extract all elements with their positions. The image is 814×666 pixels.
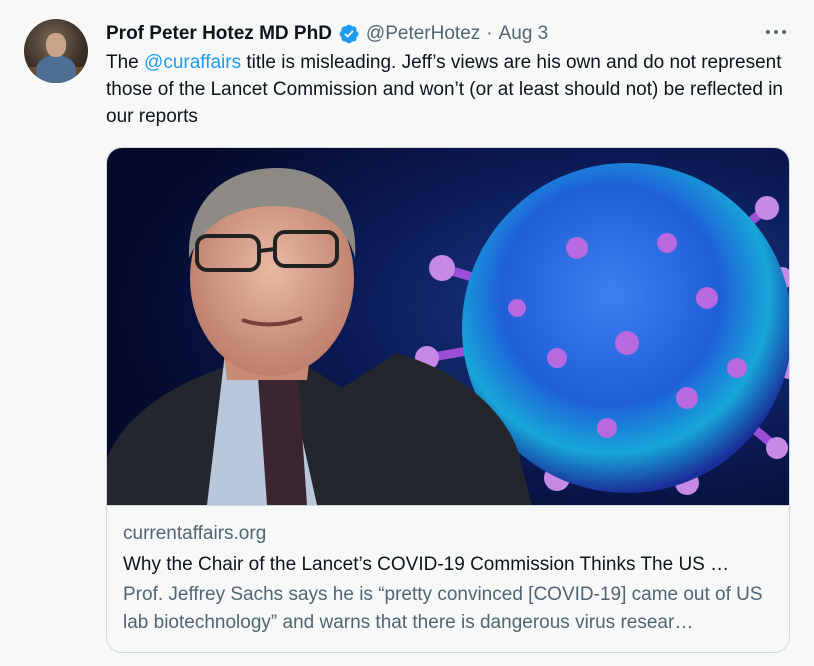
tweet-date[interactable]: Aug 3 — [499, 22, 549, 46]
verified-badge-icon — [338, 23, 360, 45]
author-handle[interactable]: @PeterHotez — [366, 22, 480, 46]
card-meta[interactable]: currentaffairs.org Why the Chair of the … — [107, 505, 789, 652]
card-description: Prof. Jeffrey Sachs says he is “pretty c… — [123, 584, 763, 633]
tweet-text: The @curaffairs title is misleading. Jef… — [106, 49, 786, 130]
more-options-icon[interactable] — [758, 20, 794, 44]
tweet-header: Prof Peter Hotez MD PhD @PeterHotez · Au… — [106, 20, 548, 48]
mention-link[interactable]: @curaffairs — [144, 52, 241, 73]
link-card[interactable]: currentaffairs.org Why the Chair of the … — [106, 147, 790, 653]
card-domain: currentaffairs.org — [123, 523, 267, 544]
card-title: Why the Chair of the Lancet’s COVID-19 C… — [123, 554, 730, 575]
tweet-text-start: The — [106, 52, 145, 73]
tweet[interactable]: Prof Peter Hotez MD PhD @PeterHotez · Au… — [0, 0, 814, 666]
card-image[interactable] — [107, 148, 789, 505]
author-name[interactable]: Prof Peter Hotez MD PhD — [106, 22, 332, 46]
avatar[interactable] — [24, 19, 88, 83]
separator-dot: · — [486, 23, 493, 44]
